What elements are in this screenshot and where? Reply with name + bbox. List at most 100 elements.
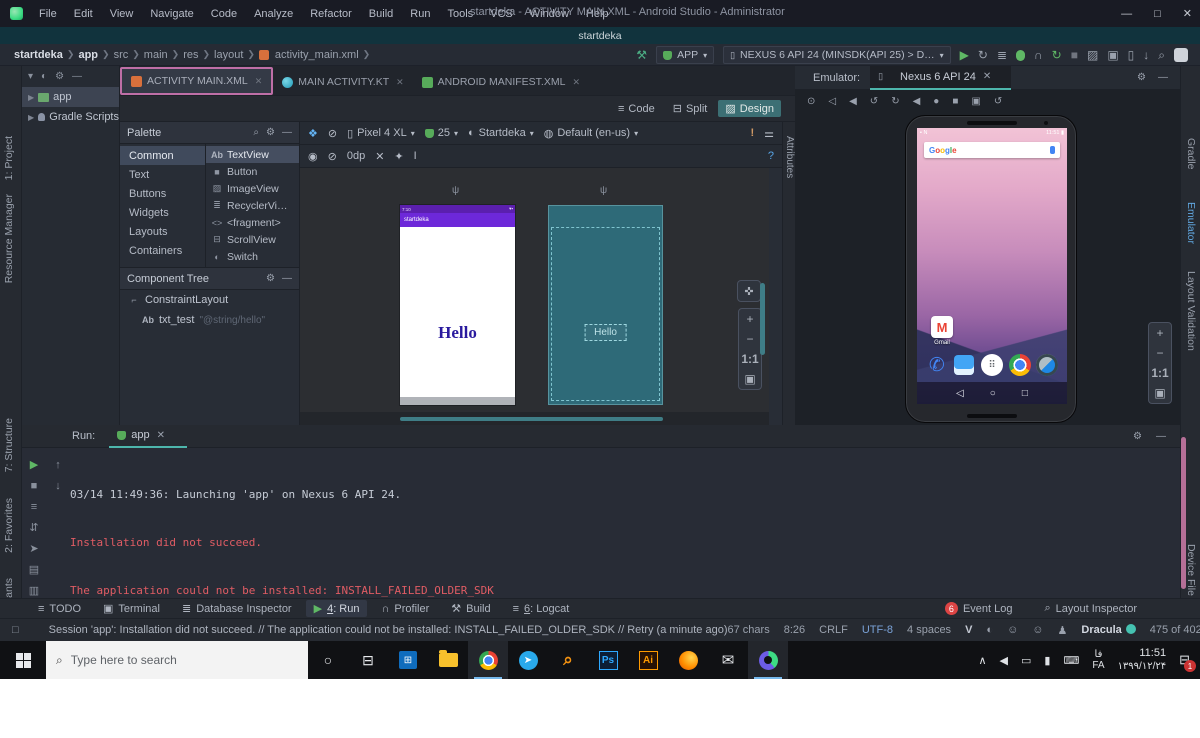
pack-icon[interactable]: I bbox=[414, 150, 417, 162]
adaptive-settings-icon[interactable]: ⚌ bbox=[764, 127, 774, 140]
stop-button[interactable]: ■ bbox=[1071, 48, 1078, 62]
power-plug-icon[interactable]: ▮ bbox=[1044, 654, 1050, 667]
event-log-button[interactable]: 6 Event Log bbox=[937, 600, 1021, 617]
expand-arrow-icon[interactable]: ▶ bbox=[28, 113, 34, 122]
palette-item-switch[interactable]: ◐ Switch bbox=[206, 248, 299, 265]
zoom-out-button[interactable]: − bbox=[1149, 343, 1171, 363]
taskbar-firefox[interactable] bbox=[668, 641, 708, 679]
menu-file[interactable]: File bbox=[31, 5, 65, 23]
gradle-sync-icon[interactable]: ↻ bbox=[1052, 48, 1062, 62]
locale-picker[interactable]: ◍ Default (en-us) ▾ bbox=[544, 127, 638, 140]
rotate-right-icon[interactable]: ↻ bbox=[891, 96, 899, 107]
view-options-eye-icon[interactable]: ◉ bbox=[308, 150, 318, 163]
home-record-icon[interactable]: ● bbox=[933, 96, 939, 107]
nav-back-icon[interactable]: ◁ bbox=[956, 388, 964, 399]
tray-expand-icon[interactable]: ∧ bbox=[978, 654, 986, 667]
tool-button-layout-validation[interactable]: Layout Validation bbox=[1185, 271, 1197, 351]
run-configuration-select[interactable]: APP ▾ bbox=[656, 46, 715, 64]
cortana-button[interactable]: ○ bbox=[308, 641, 348, 679]
settings-icon[interactable]: ⚙ bbox=[55, 71, 64, 82]
menu-navigate[interactable]: Navigate bbox=[142, 5, 201, 23]
expand-arrow-icon[interactable]: ▶ bbox=[28, 93, 34, 102]
rotate-left-icon[interactable]: ↺ bbox=[870, 96, 878, 107]
profile-avatar[interactable] bbox=[1174, 48, 1188, 62]
taskbar-search-app[interactable]: ⌕ bbox=[548, 641, 588, 679]
device-manager-icon[interactable]: ▨ bbox=[1087, 48, 1098, 62]
crumb-project[interactable]: startdeka bbox=[14, 49, 63, 61]
design-preview[interactable]: 7:10 ▾▪ startdeka Hello bbox=[400, 205, 515, 405]
run-app-tab[interactable]: app ✕ bbox=[109, 425, 187, 448]
memory-indicator[interactable]: 475 of 4029M bbox=[1150, 624, 1200, 636]
theme-indicator[interactable]: Dracula bbox=[1081, 624, 1136, 636]
palette-item-textview[interactable]: Ab TextView bbox=[206, 146, 299, 163]
line-separator[interactable]: CRLF bbox=[819, 624, 848, 636]
keyboard-icon[interactable]: ⌨ bbox=[1063, 654, 1079, 667]
tool-button-terminal[interactable]: ▣ Terminal bbox=[95, 600, 168, 617]
tool-button-structure[interactable]: 7: Structure bbox=[3, 418, 15, 472]
scrollbar[interactable] bbox=[1181, 437, 1186, 589]
gear-icon[interactable]: ⚙ bbox=[266, 127, 275, 138]
sdk-manager-icon[interactable]: ↓ bbox=[1143, 48, 1149, 62]
tool-button-attributes[interactable]: Attributes bbox=[784, 136, 795, 178]
indent-setting[interactable]: 4 spaces bbox=[907, 624, 951, 636]
taskbar-android-studio[interactable] bbox=[748, 641, 788, 679]
gear-icon[interactable]: ⚙ bbox=[1137, 72, 1146, 83]
close-tab-icon[interactable]: ✕ bbox=[255, 76, 263, 87]
phone-app-icon[interactable]: ✆ bbox=[925, 353, 949, 377]
palette-item-imageview[interactable]: ▨ ImageView bbox=[206, 180, 299, 197]
theme-picker[interactable]: ◐ Startdeka ▾ bbox=[468, 127, 534, 139]
crumb-file[interactable]: activity_main.xml bbox=[275, 49, 359, 61]
canvas-horizontal-scrollbar[interactable] bbox=[400, 417, 663, 421]
rerun-button[interactable]: ▶ bbox=[30, 458, 38, 471]
tool-button-database-inspector[interactable]: ≣ Database Inspector bbox=[174, 600, 300, 617]
apply-changes-icon[interactable]: ↻ bbox=[978, 48, 988, 62]
crumb-res[interactable]: res bbox=[183, 49, 198, 61]
build-hammer-icon[interactable]: ⚒ bbox=[636, 48, 647, 62]
zoom-out-button[interactable]: − bbox=[739, 329, 761, 349]
mode-split-button[interactable]: ⊟ Split bbox=[666, 100, 715, 117]
close-tab-icon[interactable]: ✕ bbox=[396, 77, 404, 88]
menu-view[interactable]: View bbox=[102, 5, 142, 23]
overview-stop-icon[interactable]: ■ bbox=[952, 96, 958, 107]
preview-hello-text[interactable]: Hello bbox=[400, 323, 515, 343]
close-tab-icon[interactable]: ✕ bbox=[157, 430, 165, 441]
tool-button-favorites[interactable]: 2: Favorites bbox=[3, 498, 15, 553]
tool-button-run[interactable]: ▶ 4: Run bbox=[305, 600, 368, 617]
device-select[interactable]: ▯ NEXUS 6 API 24 (MINSDK(API 25) > D… ▾ bbox=[723, 46, 951, 64]
taskbar-clock[interactable]: 11:51 ۱۳۹۹/۱۲/۲۴ bbox=[1118, 647, 1167, 673]
snapshot-reset-icon[interactable]: ↺ bbox=[994, 96, 1002, 107]
tool-button-profiler[interactable]: ∩ Profiler bbox=[373, 600, 437, 617]
stop-button[interactable]: ■ bbox=[31, 480, 38, 492]
zoom-ratio-button[interactable]: 1:1 bbox=[1149, 363, 1171, 383]
pin-tab-icon[interactable]: ➤ bbox=[29, 542, 38, 555]
avd-manager-icon[interactable]: ▯ bbox=[1128, 48, 1135, 62]
taskbar-file-explorer[interactable] bbox=[428, 641, 468, 679]
clear-constraints-icon[interactable]: ✕ bbox=[375, 150, 384, 163]
back-icon[interactable]: ◀ bbox=[913, 96, 921, 107]
component-constraintlayout[interactable]: ⌐ ConstraintLayout bbox=[120, 290, 299, 310]
project-tree-app[interactable]: ▶ app bbox=[22, 87, 119, 107]
palette-item-fragment[interactable]: <> <fragment> bbox=[206, 214, 299, 231]
scroll-up-icon[interactable]: ↑ bbox=[55, 459, 61, 471]
screenshot-camera-icon[interactable]: ▣ bbox=[971, 96, 980, 107]
crumb-layout[interactable]: layout bbox=[214, 49, 243, 61]
palette-category-text[interactable]: Text bbox=[120, 165, 205, 184]
console-settings-icon[interactable]: ≡ bbox=[31, 501, 37, 513]
layout-inspector-button[interactable]: ⌕ Layout Inspector bbox=[1036, 600, 1145, 617]
api-level-picker[interactable]: 25 ▾ bbox=[424, 127, 458, 139]
messages-app-icon[interactable] bbox=[952, 353, 976, 377]
zoom-in-button[interactable]: + bbox=[1149, 323, 1171, 343]
network-icon[interactable]: ▭ bbox=[1021, 654, 1031, 667]
pan-tool-button[interactable]: ✜ bbox=[737, 280, 761, 302]
chrome-app-icon[interactable] bbox=[1008, 353, 1032, 377]
run-button[interactable]: ▶ bbox=[960, 48, 969, 62]
code-with-me-icon[interactable]: ☺ bbox=[1007, 624, 1018, 636]
maximize-window-icon[interactable]: □ bbox=[1154, 8, 1161, 20]
hide-panel-icon[interactable]: — bbox=[72, 71, 82, 82]
palette-category-layouts[interactable]: Layouts bbox=[120, 222, 205, 241]
language-indicator[interactable]: فا FA bbox=[1092, 649, 1104, 671]
apply-code-changes-icon[interactable]: ≣ bbox=[997, 48, 1007, 62]
taskbar-mail[interactable]: ✉ bbox=[708, 641, 748, 679]
tool-button-emulator[interactable]: Emulator bbox=[1185, 202, 1197, 244]
zoom-fit-button[interactable]: ▣ bbox=[739, 369, 761, 389]
